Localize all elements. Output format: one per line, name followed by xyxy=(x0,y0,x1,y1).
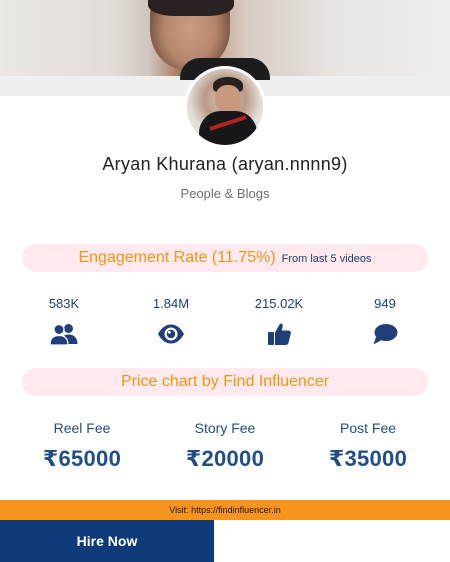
stats-row: 583K 1.84M 215.02K 949 xyxy=(0,296,450,350)
hire-now-button[interactable]: Hire Now xyxy=(0,520,214,562)
price-chart-title: Price chart by Find Influencer xyxy=(120,373,330,390)
stat-followers: 583K xyxy=(19,296,109,346)
comments-count: 949 xyxy=(374,296,396,311)
post-fee-label: Post Fee xyxy=(339,420,397,436)
stat-comments: 949 xyxy=(340,296,430,346)
stat-views: 1.84M xyxy=(126,296,216,346)
eye-icon xyxy=(158,324,184,344)
thumbs-up-icon xyxy=(268,323,291,345)
stat-likes: 215.02K xyxy=(234,296,324,346)
profile-name: Aryan Khurana (aryan.nnnn9) xyxy=(102,154,348,174)
views-count: 1.84M xyxy=(152,296,190,311)
engagement-rate-title: Engagement Rate (11.75%) xyxy=(78,249,276,266)
comment-icon xyxy=(373,324,398,345)
reel-fee-value: ₹65000 xyxy=(42,446,122,471)
followers-count: 583K xyxy=(48,296,80,311)
avatar-shirt xyxy=(199,111,257,145)
profile-avatar xyxy=(184,66,266,148)
users-icon xyxy=(49,323,78,346)
story-fee: Story Fee ₹20000 xyxy=(155,420,295,472)
engagement-rate-pill: Engagement Rate (11.75%) From last 5 vid… xyxy=(22,244,428,272)
profile-category: People & Blogs xyxy=(180,186,270,201)
story-fee-label: Story Fee xyxy=(194,420,256,436)
avatar-face xyxy=(215,85,241,113)
reel-fee: Reel Fee ₹65000 xyxy=(12,420,152,472)
reel-fee-label: Reel Fee xyxy=(53,420,111,436)
cover-photo xyxy=(0,0,450,80)
visit-link-bar[interactable]: Visit: https://findinfluencer.in xyxy=(0,500,450,520)
likes-count: 215.02K xyxy=(254,296,304,311)
cover-photo-hair xyxy=(148,0,234,16)
visit-link-text[interactable]: Visit: https://findinfluencer.in xyxy=(169,505,280,515)
engagement-rate-subtitle: From last 5 videos xyxy=(281,253,372,265)
post-fee: Post Fee ₹35000 xyxy=(298,420,438,472)
story-fee-value: ₹20000 xyxy=(185,446,265,471)
price-chart-pill: Price chart by Find Influencer xyxy=(22,368,428,396)
post-fee-value: ₹35000 xyxy=(328,446,408,471)
